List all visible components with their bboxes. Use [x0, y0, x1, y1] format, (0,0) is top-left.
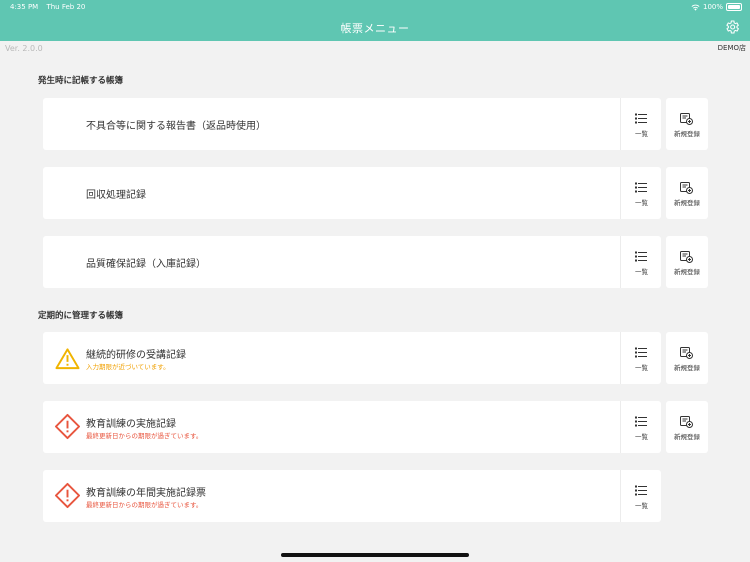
status-date: Thu Feb 20 — [46, 3, 86, 11]
ledger-card[interactable]: 継続的研修の受講記録 入力期限が近づいています。 一覧 — [43, 332, 661, 384]
new-entry-label: 新規登録 — [674, 364, 700, 372]
wifi-icon — [691, 4, 700, 11]
list-icon — [635, 485, 647, 496]
ledger-card[interactable]: 品質確保記録（入庫記録） 一覧 — [43, 236, 661, 288]
ledger-name: 教育訓練の実施記録 — [86, 419, 176, 430]
ledger-card[interactable]: 教育訓練の年間実施記録票 最終更新日からの期限が過ぎています。 一覧 — [43, 470, 661, 522]
list-icon — [635, 347, 647, 358]
list-button[interactable]: 一覧 — [620, 401, 662, 453]
new-entry-button[interactable]: 新規登録 — [666, 98, 708, 150]
list-label: 一覧 — [635, 502, 648, 510]
ledger-name: 不具合等に関する報告書（返品時使用） — [86, 121, 266, 132]
list-label: 一覧 — [635, 364, 648, 372]
new-entry-button[interactable]: 新規登録 — [666, 332, 708, 384]
list-icon — [635, 251, 647, 262]
home-indicator[interactable] — [281, 553, 469, 557]
deadline-warning-text: 入力期限が近づいています。 — [86, 363, 170, 371]
section-title-periodic: 定期的に管理する帳簿 — [38, 311, 124, 321]
new-document-icon — [680, 347, 693, 359]
list-label: 一覧 — [635, 130, 648, 138]
ledger-card[interactable]: 教育訓練の実施記録 最終更新日からの期限が過ぎています。 一覧 — [43, 401, 661, 453]
new-entry-button[interactable]: 新規登録 — [666, 401, 708, 453]
overdue-warning-text: 最終更新日からの期限が過ぎています。 — [86, 432, 203, 440]
new-entry-label: 新規登録 — [674, 199, 700, 207]
ledger-name: 教育訓練の年間実施記録票 — [86, 488, 206, 499]
list-icon — [635, 113, 647, 124]
new-document-icon — [680, 113, 693, 125]
new-document-icon — [680, 416, 693, 428]
battery-icon — [726, 3, 742, 11]
new-entry-button[interactable]: 新規登録 — [666, 167, 708, 219]
section-title-incident: 発生時に記帳する帳簿 — [38, 76, 124, 86]
list-button[interactable]: 一覧 — [620, 236, 662, 288]
ledger-name: 品質確保記録（入庫記録） — [86, 259, 206, 270]
list-button[interactable]: 一覧 — [620, 98, 662, 150]
status-time: 4:35 PM — [10, 3, 39, 11]
battery-percent: 100% — [702, 3, 723, 11]
warning-icon — [55, 348, 80, 370]
list-label: 一覧 — [635, 199, 648, 207]
new-entry-label: 新規登録 — [674, 268, 700, 276]
list-label: 一覧 — [635, 433, 648, 441]
shop-name: DEMO店 — [717, 44, 746, 52]
gear-icon[interactable] — [724, 19, 740, 35]
list-label: 一覧 — [635, 268, 648, 276]
overdue-warning-text: 最終更新日からの期限が過ぎています。 — [86, 501, 203, 509]
ledger-name: 継続的研修の受講記録 — [86, 350, 186, 361]
nav-bar: 帳票メニュー — [0, 14, 750, 41]
version-label: Ver. 2.0.0 — [5, 44, 43, 53]
list-icon — [635, 182, 647, 193]
page-title: 帳票メニュー — [340, 22, 410, 35]
new-entry-label: 新規登録 — [674, 130, 700, 138]
new-document-icon — [680, 182, 693, 194]
info-bar: Ver. 2.0.0 DEMO店 — [0, 41, 750, 55]
ledger-name: 回収処理記録 — [86, 190, 146, 201]
list-button[interactable]: 一覧 — [620, 167, 662, 219]
new-entry-label: 新規登録 — [674, 433, 700, 441]
new-document-icon — [680, 251, 693, 263]
ledger-card[interactable]: 回収処理記録 一覧 — [43, 167, 661, 219]
list-button[interactable]: 一覧 — [620, 470, 662, 522]
alert-diamond-icon — [54, 482, 81, 509]
list-button[interactable]: 一覧 — [620, 332, 662, 384]
new-entry-button[interactable]: 新規登録 — [666, 236, 708, 288]
status-bar: 4:35 PM Thu Feb 20 100% — [0, 0, 750, 14]
list-icon — [635, 416, 647, 427]
ledger-card[interactable]: 不具合等に関する報告書（返品時使用） 一覧 — [43, 98, 661, 150]
alert-diamond-icon — [54, 413, 81, 440]
